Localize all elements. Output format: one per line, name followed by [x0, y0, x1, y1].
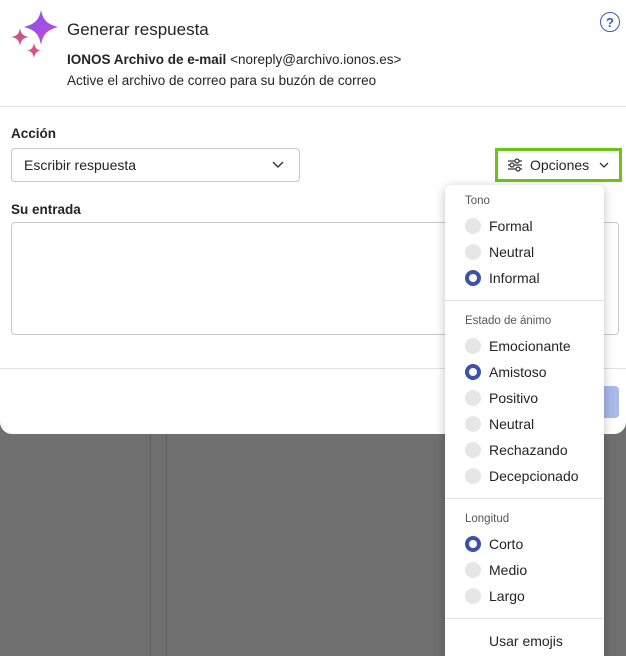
- mood-option[interactable]: Positivo: [465, 388, 538, 408]
- sliders-icon: [508, 158, 522, 172]
- option-label: Decepcionado: [489, 468, 579, 484]
- background-divider: [166, 434, 167, 656]
- option-label: Medio: [489, 562, 528, 578]
- mood-option[interactable]: Rechazando: [465, 440, 568, 460]
- sender-email: <noreply@archivo.ionos.es>: [230, 52, 402, 67]
- option-label: Formal: [489, 218, 533, 234]
- dialog-title: Generar respuesta: [67, 20, 209, 39]
- radio-icon: [465, 218, 481, 234]
- mood-section-title: Estado de ánimo: [465, 315, 552, 327]
- option-label: Emocionante: [489, 338, 571, 354]
- tone-section-title: Tono: [465, 195, 490, 207]
- tone-option[interactable]: Formal: [465, 216, 533, 236]
- action-label: Acción: [11, 126, 57, 141]
- option-label: Positivo: [489, 390, 539, 406]
- option-label: Rechazando: [489, 442, 568, 458]
- length-section-title: Longitud: [465, 513, 510, 525]
- menu-divider: [445, 618, 604, 619]
- radio-icon: [465, 338, 481, 354]
- tone-option[interactable]: Neutral: [465, 242, 534, 262]
- action-select[interactable]: Escribir respuesta: [11, 148, 300, 182]
- options-button[interactable]: Opciones: [495, 148, 622, 182]
- radio-icon: [465, 562, 481, 578]
- chevron-down-icon: [599, 162, 609, 168]
- sender-name: IONOS Archivo de e-mail: [67, 52, 227, 67]
- option-label: Neutral: [489, 416, 535, 432]
- option-label: Corto: [489, 536, 524, 552]
- menu-divider: [445, 300, 604, 301]
- radio-icon: [465, 442, 481, 458]
- length-option[interactable]: Largo: [465, 586, 525, 606]
- mood-option[interactable]: Neutral: [465, 414, 534, 434]
- tone-option[interactable]: Informal: [465, 268, 540, 288]
- copilot-sparkle-icon: [11, 10, 58, 58]
- radio-icon: [465, 244, 481, 260]
- sender-line: IONOS Archivo de e-mail <noreply@archivo…: [67, 52, 401, 67]
- radio-selected-icon: [465, 536, 481, 552]
- header-divider: [0, 106, 626, 107]
- menu-divider: [445, 498, 604, 499]
- input-label: Su entrada: [11, 202, 81, 217]
- mood-option[interactable]: Amistoso: [465, 362, 547, 382]
- option-label: Amistoso: [489, 364, 547, 380]
- length-option[interactable]: Medio: [465, 560, 527, 580]
- option-label: Informal: [489, 270, 540, 286]
- option-label: Neutral: [489, 244, 535, 260]
- radio-icon: [465, 416, 481, 432]
- options-menu: Tono Formal Neutral Informal Estado de á…: [445, 185, 604, 656]
- radio-selected-icon: [465, 364, 481, 380]
- use-emojis-option[interactable]: Usar emojis: [489, 631, 563, 651]
- action-select-value: Escribir respuesta: [24, 157, 137, 173]
- mood-option[interactable]: Decepcionado: [465, 466, 579, 486]
- mood-option[interactable]: Emocionante: [465, 336, 571, 356]
- length-option[interactable]: Corto: [465, 534, 523, 554]
- radio-icon: [465, 468, 481, 484]
- chevron-down-icon: [272, 161, 284, 168]
- radio-selected-icon: [465, 270, 481, 286]
- options-label: Opciones: [530, 157, 590, 173]
- option-label: Largo: [489, 588, 525, 604]
- help-icon[interactable]: ?: [600, 12, 620, 32]
- radio-icon: [465, 588, 481, 604]
- radio-icon: [465, 390, 481, 406]
- background-divider: [150, 434, 151, 656]
- email-subject: Active el archivo de correo para su buzó…: [67, 73, 377, 88]
